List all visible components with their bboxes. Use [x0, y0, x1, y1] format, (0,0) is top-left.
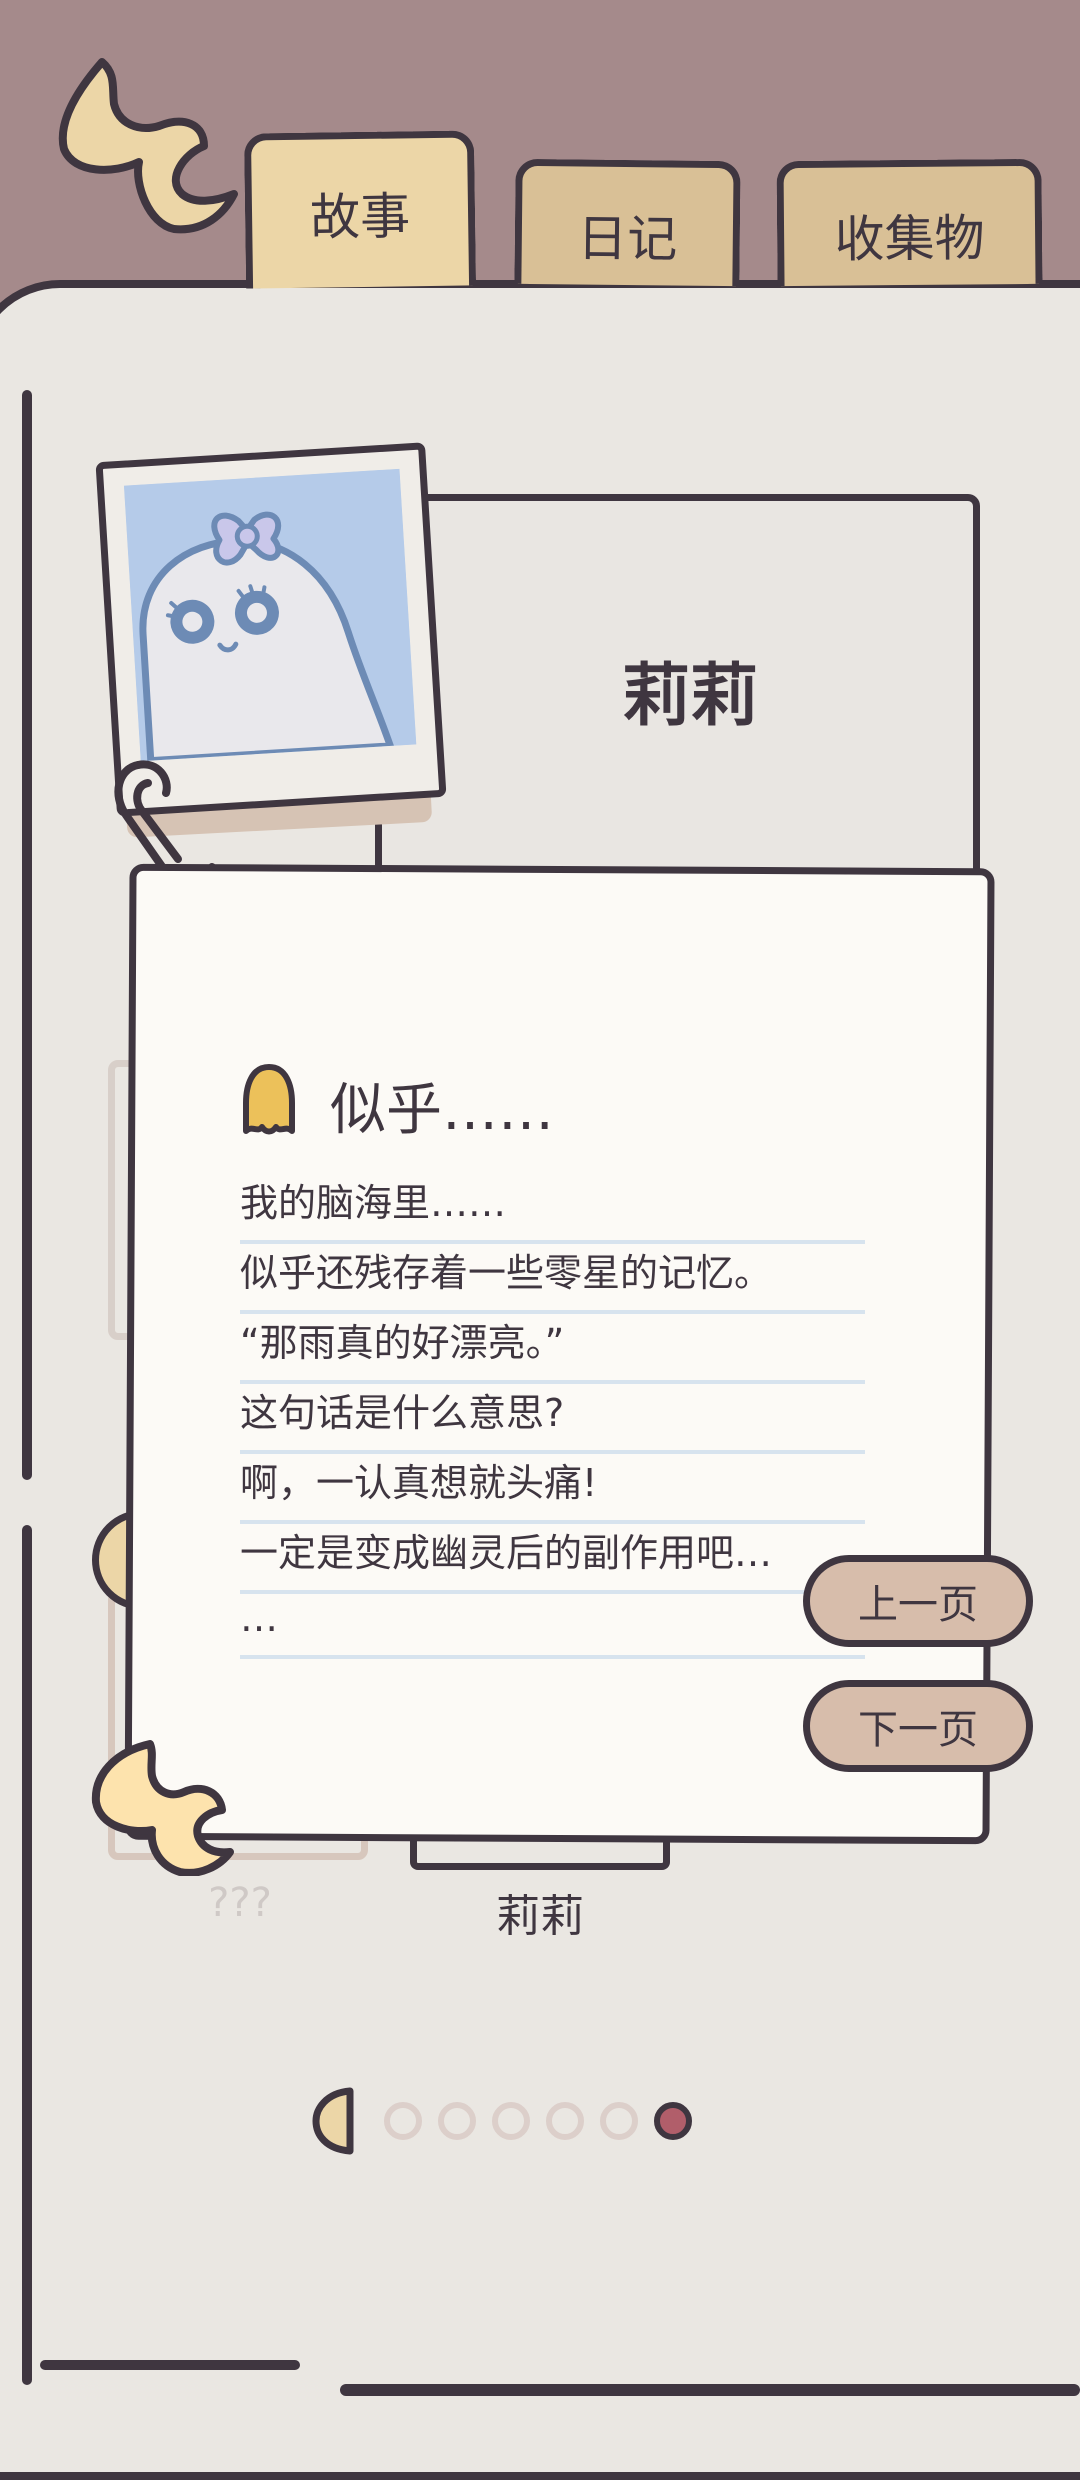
ghost-character-icon	[123, 468, 417, 762]
pager-dot[interactable]	[546, 2102, 584, 2140]
unknown-character-label: ???	[208, 1880, 272, 1926]
ghost-marker-icon	[240, 1063, 298, 1139]
pager-dot-active[interactable]	[654, 2102, 692, 2140]
back-button[interactable]	[54, 54, 244, 234]
back-arrow-icon	[58, 58, 238, 234]
tab-story-label: 故事	[309, 187, 411, 247]
ghost-portrait	[123, 468, 417, 762]
next-page-label: 下一页	[858, 1707, 978, 1753]
character-name: 莉莉	[621, 657, 758, 736]
pager-dot[interactable]	[384, 2102, 422, 2140]
note-title: 似乎……	[330, 1078, 554, 1143]
pager-dot[interactable]	[438, 2102, 476, 2140]
curl-decoration-icon	[90, 1736, 240, 1877]
book-bottom-edge	[40, 2360, 300, 2370]
note-line: 我的脑海里……	[240, 1170, 865, 1244]
book-spine	[22, 390, 32, 1480]
note-line: “那雨真的好漂亮。”	[240, 1310, 865, 1384]
tab-story[interactable]: 故事	[243, 130, 477, 289]
pager-dot[interactable]	[600, 2102, 638, 2140]
pager-dot[interactable]	[492, 2102, 530, 2140]
pager-previous-icon[interactable]	[312, 2085, 356, 2157]
previous-page-label: 上一页	[858, 1582, 978, 1628]
note-line: 这句话是什么意思?	[240, 1380, 865, 1454]
previous-page-button[interactable]: 上一页	[803, 1555, 1033, 1647]
note-line: …	[240, 1585, 865, 1659]
tab-collection-label: 收集物	[834, 209, 985, 269]
character-card-label: 莉莉	[496, 1891, 584, 1942]
book-bottom-edge	[340, 2384, 1080, 2396]
book-spine	[22, 1525, 32, 2385]
tab-collection[interactable]: 收集物	[776, 158, 1043, 287]
note-line: 一定是变成幽灵后的副作用吧…	[240, 1520, 865, 1594]
note-line: 似乎还残存着一些零星的记忆。	[240, 1240, 865, 1314]
tab-diary[interactable]: 日记	[514, 158, 741, 287]
note-line: 啊，一认真想就头痛!	[240, 1450, 865, 1524]
tab-diary-label: 日记	[577, 209, 678, 269]
next-page-button[interactable]: 下一页	[803, 1680, 1033, 1772]
